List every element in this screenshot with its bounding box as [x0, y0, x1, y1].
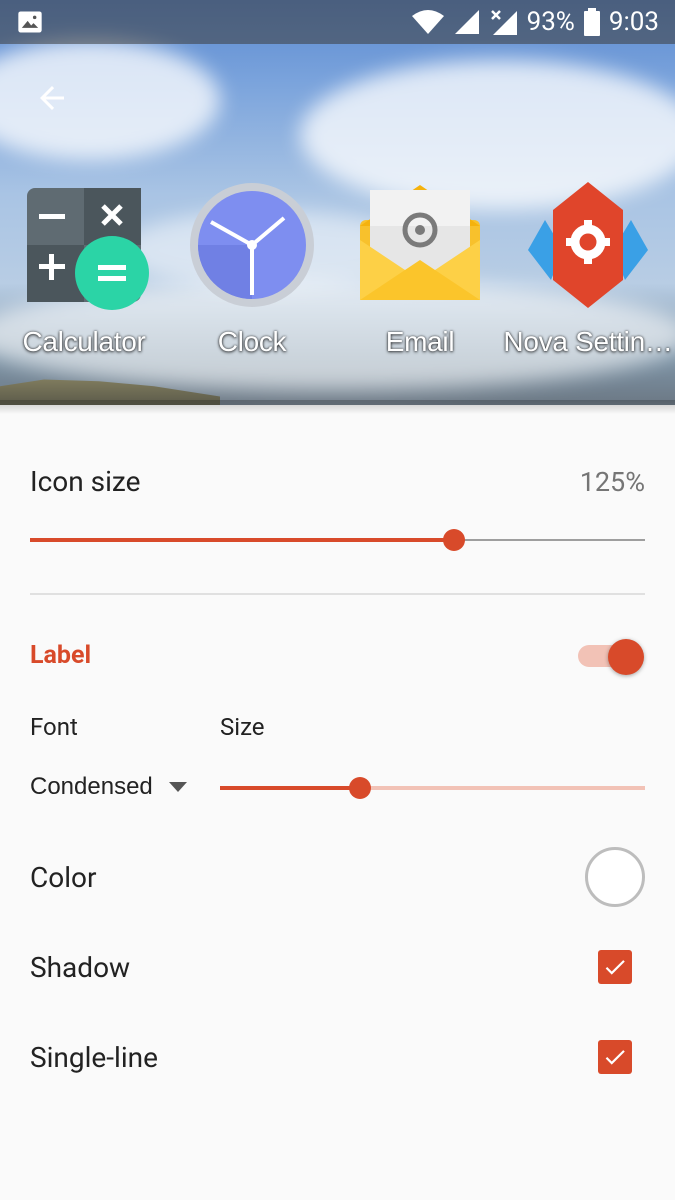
shadow-checkbox[interactable]: [598, 950, 632, 984]
app-label: Email: [385, 326, 455, 357]
clock-icon: [187, 180, 317, 310]
app-clock[interactable]: Clock: [168, 180, 336, 380]
signal-icon: [454, 10, 479, 34]
slider-fill: [30, 538, 455, 542]
label-toggle[interactable]: [578, 639, 648, 675]
battery-icon: [583, 8, 600, 36]
app-label: Clock: [217, 326, 287, 357]
icon-size-slider[interactable]: [30, 525, 645, 555]
header-shadow: [0, 400, 675, 414]
shadow-title: Shadow: [30, 950, 131, 984]
signal-off-icon: [490, 10, 517, 35]
calculator-icon: [19, 180, 149, 310]
icon-preview-header: Calculator Clock Email Nova Settin…: [0, 0, 675, 405]
app-email[interactable]: Email: [336, 180, 504, 380]
label-size-slider[interactable]: [220, 773, 645, 803]
color-row[interactable]: Color: [30, 847, 645, 907]
icon-size-row: Icon size 125%: [30, 465, 645, 498]
nova-settings-icon: [523, 180, 653, 310]
status-right: 93% 9:03: [411, 7, 659, 37]
back-button[interactable]: [24, 70, 80, 126]
battery-percent: 93%: [526, 7, 575, 37]
email-icon: [355, 180, 485, 310]
font-title: Font: [30, 713, 78, 741]
wifi-icon: [411, 10, 444, 34]
icon-size-title: Icon size: [30, 465, 141, 498]
check-icon: [605, 1050, 625, 1065]
status-bar: 93% 9:03: [0, 0, 675, 44]
app-calculator[interactable]: Calculator: [0, 180, 168, 380]
size-title: Size: [220, 713, 265, 741]
color-title: Color: [30, 860, 97, 894]
icon-size-value: 125%: [579, 465, 645, 498]
divider: [30, 593, 645, 595]
single-line-checkbox[interactable]: [598, 1040, 632, 1074]
gallery-icon: [18, 11, 42, 33]
dropdown-caret-icon: [168, 782, 187, 792]
app-preview-row: Calculator Clock Email Nova Settin…: [0, 180, 675, 380]
app-label: Calculator: [22, 326, 146, 357]
single-line-title: Single-line: [30, 1040, 158, 1074]
slider-thumb[interactable]: [349, 777, 372, 799]
single-line-row[interactable]: Single-line: [30, 1040, 645, 1074]
shadow-row[interactable]: Shadow: [30, 950, 645, 984]
arrow-back-icon: [40, 86, 64, 110]
toggle-thumb: [608, 639, 644, 675]
label-section-title: Label: [30, 641, 92, 670]
slider-fill: [220, 786, 361, 790]
check-icon: [605, 960, 625, 975]
color-swatch[interactable]: [585, 847, 645, 907]
app-nova-settings[interactable]: Nova Settin…: [503, 180, 673, 380]
font-value: Condensed: [30, 773, 153, 800]
app-label: Nova Settin…: [503, 326, 673, 357]
clock-time: 9:03: [608, 7, 659, 37]
slider-thumb[interactable]: [443, 529, 466, 551]
font-dropdown[interactable]: Condensed: [30, 773, 187, 801]
